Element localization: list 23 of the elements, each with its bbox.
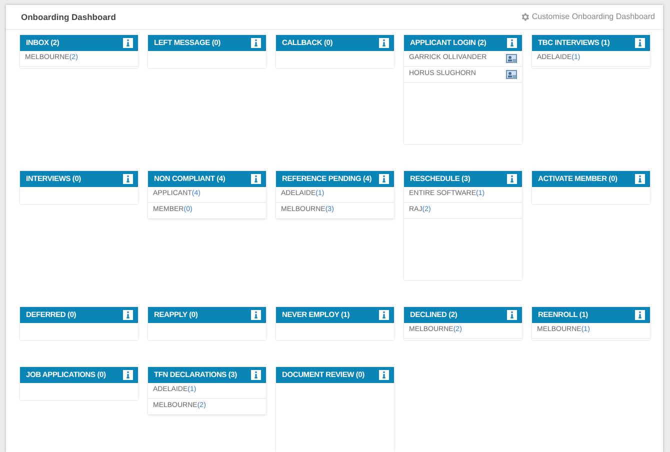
info-icon[interactable] (507, 38, 517, 48)
info-icon[interactable] (251, 38, 261, 48)
info-icon[interactable] (123, 370, 133, 380)
info-icon[interactable] (635, 174, 645, 184)
info-icon[interactable] (507, 174, 517, 184)
info-icon[interactable] (635, 310, 645, 320)
info-icon[interactable] (379, 174, 389, 184)
profile-card-icon[interactable] (506, 54, 517, 64)
info-icon[interactable] (635, 38, 645, 48)
info-icon[interactable] (251, 174, 261, 184)
info-icon[interactable] (379, 370, 389, 380)
info-icon[interactable] (251, 370, 261, 380)
info-icon[interactable] (123, 38, 133, 48)
settings-icon (520, 12, 530, 22)
info-icon[interactable] (251, 310, 261, 320)
info-icon[interactable] (379, 38, 389, 48)
customise-link[interactable]: Customise Onboarding Dashboard (520, 11, 655, 23)
info-icon[interactable] (123, 310, 133, 320)
info-icon[interactable] (507, 310, 517, 320)
info-icon[interactable] (379, 310, 389, 320)
dashboard-title: Onboarding Dashboard (21, 10, 116, 24)
profile-card-icon[interactable] (506, 70, 517, 80)
info-icon[interactable] (123, 174, 133, 184)
